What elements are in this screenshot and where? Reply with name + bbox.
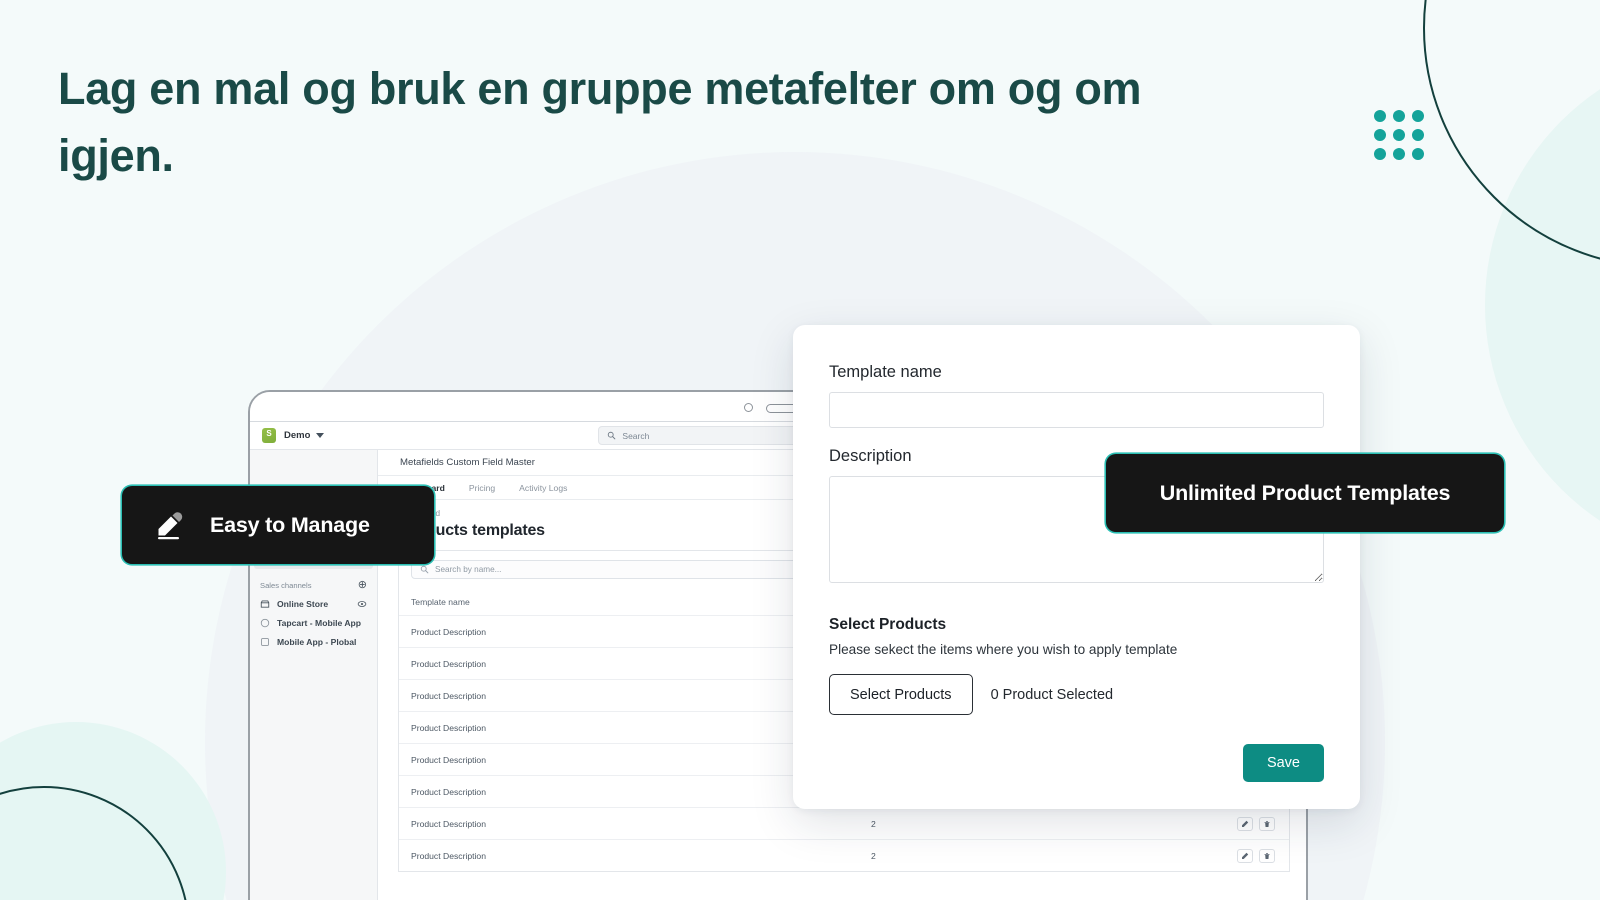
table-row: Product Description2	[399, 839, 1289, 871]
decorative-ring-bottom-left	[0, 786, 190, 900]
feature-badge-unlimited-templates: Unlimited Product Templates	[1106, 454, 1504, 532]
cell-actions	[1159, 807, 1289, 840]
feature-badge-easy-to-manage: Easy to Manage	[122, 486, 434, 564]
decorative-dot-grid	[1374, 110, 1424, 160]
page-title: Lag en mal og bruk en gruppe metafelter …	[58, 63, 1142, 181]
cell-actions	[1159, 839, 1289, 871]
templates-search-placeholder: Search by name...	[435, 565, 502, 574]
cell-template-name: Product Description	[399, 743, 859, 776]
cell-count: 2	[859, 807, 1159, 840]
sidebar-section-sales-channels: Sales channels ⊕	[250, 580, 377, 591]
storefront-icon	[260, 599, 270, 608]
delete-row-button[interactable]	[1259, 816, 1275, 831]
sidebar-item-label: Online Store	[277, 598, 329, 609]
template-form-card: Template name Description Select Product…	[793, 325, 1360, 809]
tab-activity-logs[interactable]: Activity Logs	[519, 483, 567, 493]
cell-template-name: Product Description	[399, 615, 859, 648]
pencil-icon	[158, 512, 183, 540]
template-name-input[interactable]	[829, 392, 1324, 428]
plus-circle-icon[interactable]: ⊕	[358, 580, 367, 591]
selected-product-count: 0 Product Selected	[990, 686, 1114, 703]
camera-icon	[744, 403, 753, 412]
select-products-subtitle: Please sekect the items where you wish t…	[829, 642, 1178, 657]
template-name-label: Template name	[829, 363, 942, 381]
cell-count: 2	[859, 839, 1159, 871]
admin-search-placeholder: Search	[622, 430, 650, 441]
cell-template-name: Product Description	[399, 807, 859, 840]
trash-icon	[1264, 820, 1270, 827]
eye-icon[interactable]	[357, 599, 367, 609]
store-name[interactable]: Demo	[284, 430, 310, 441]
sidebar-section-label: Sales channels	[260, 581, 312, 590]
tab-pricing[interactable]: Pricing	[469, 483, 495, 493]
cell-template-name: Product Description	[399, 679, 859, 712]
delete-row-button[interactable]	[1259, 848, 1275, 863]
app-square-icon	[261, 637, 269, 646]
sidebar-item-tapcart-mobile-app[interactable]: Tapcart - Mobile App	[250, 613, 377, 632]
chevron-down-icon[interactable]	[316, 433, 325, 438]
sidebar-item-online-store[interactable]: Online Store	[250, 594, 377, 613]
page-root: Lag en mal og bruk en gruppe metafelter …	[0, 0, 1600, 900]
column-header-template-name: Template name	[411, 596, 470, 607]
edit-row-button[interactable]	[1237, 816, 1253, 831]
decorative-ring-top-right	[1423, 0, 1600, 268]
feature-badge-label: Easy to Manage	[210, 512, 370, 537]
save-button[interactable]: Save	[1242, 744, 1324, 782]
cell-template-name: Product Description	[399, 647, 859, 680]
search-icon	[420, 565, 429, 574]
shopify-logo-icon	[262, 428, 276, 443]
cell-template-name: Product Description	[399, 839, 859, 871]
select-products-title: Select Products	[829, 616, 947, 633]
search-icon	[608, 431, 616, 440]
trash-icon	[1264, 852, 1270, 859]
table-row: Product Description2	[399, 807, 1289, 840]
select-products-row: Select Products 0 Product Selected	[829, 674, 1324, 715]
sidebar-item-label: Tapcart - Mobile App	[277, 617, 362, 628]
select-products-button[interactable]: Select Products	[829, 674, 973, 715]
sidebar-item-mobile-app-plobal[interactable]: Mobile App - Plobal	[250, 632, 377, 651]
edit-row-button[interactable]	[1237, 848, 1253, 863]
sidebar-item-label: Mobile App - Plobal	[277, 636, 357, 647]
decorative-mint-circle-bottom-left	[0, 722, 226, 900]
save-row: Save	[829, 744, 1324, 782]
feature-badge-label: Unlimited Product Templates	[1159, 480, 1451, 505]
pencil-icon	[1242, 820, 1249, 827]
cell-template-name: Product Description	[399, 775, 859, 808]
app-circle-icon	[260, 618, 270, 627]
pencil-icon	[1242, 852, 1249, 859]
cell-template-name: Product Description	[399, 711, 859, 744]
